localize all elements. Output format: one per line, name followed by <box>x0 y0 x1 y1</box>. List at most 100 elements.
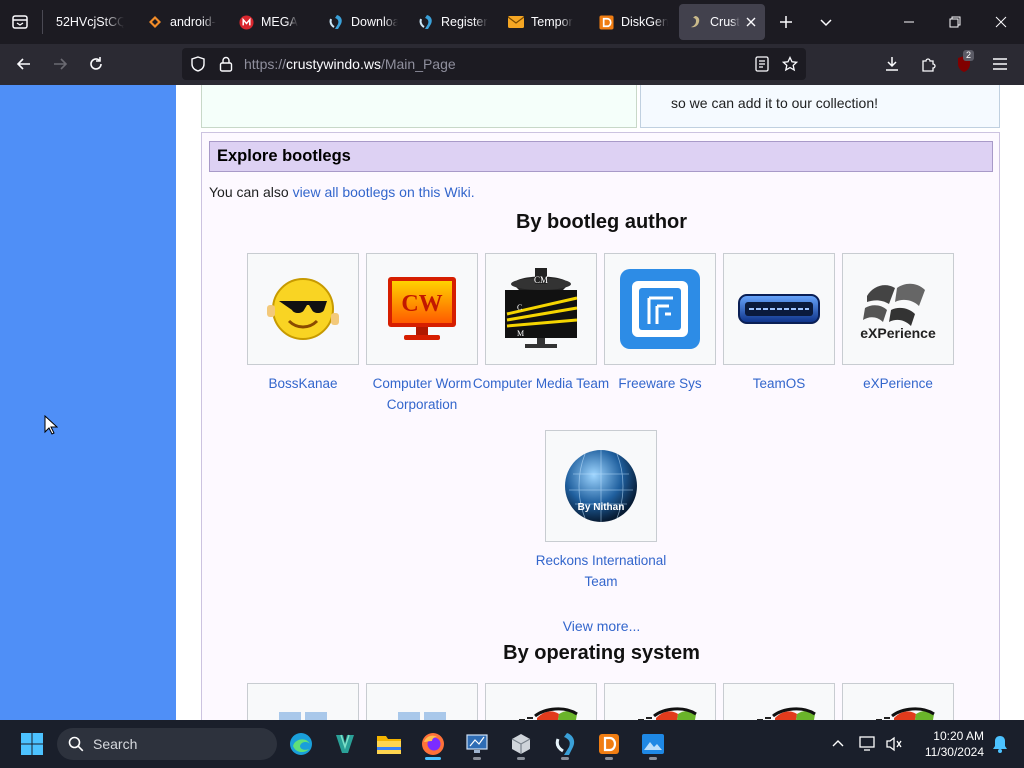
tab-manager-icon[interactable] <box>2 4 38 40</box>
reload-icon[interactable] <box>80 48 112 80</box>
cw-monitor-logo: CW <box>388 277 456 340</box>
tab-downloa[interactable]: Downloa <box>320 4 406 40</box>
notification-bell-icon[interactable] <box>984 728 1016 760</box>
forward-arrow-icon[interactable] <box>44 48 76 80</box>
volume-muted-icon[interactable] <box>878 728 910 760</box>
search-icon <box>68 736 84 752</box>
author-tile-computer-worm[interactable]: CW <box>366 253 478 365</box>
edge-browser-icon[interactable] <box>285 728 317 760</box>
bootleg-site-icon <box>328 14 344 30</box>
note-text: You can also <box>209 184 293 200</box>
extensions-puzzle-icon[interactable] <box>912 48 944 80</box>
windows-taskbar: Search 10:20 AM 11/30/2024 <box>0 720 1024 768</box>
tab-mega[interactable]: MEGA <box>230 4 316 40</box>
minimize-icon[interactable] <box>886 0 932 44</box>
diskgenius-app-icon[interactable] <box>593 728 625 760</box>
author-tile-reckons[interactable]: By Nithan <box>545 430 657 542</box>
tab-crusty-active[interactable]: Crust <box>679 4 765 40</box>
url-path: /Main_Page <box>380 56 456 72</box>
running-app-indicator <box>517 757 525 760</box>
virtualbox-icon[interactable] <box>505 728 537 760</box>
previous-section-box: so we can add it to our collection! <box>640 85 1000 128</box>
web-content: so we can add it to our collection! Expl… <box>0 85 1024 720</box>
freeware-sys-logo <box>620 269 700 349</box>
file-explorer-icon[interactable] <box>373 728 405 760</box>
author-tile-bosskanae[interactable] <box>247 253 359 365</box>
os-tile-6[interactable] <box>842 683 954 720</box>
address-bar[interactable]: https://crustywindo.ws/Main_Page <box>182 48 806 80</box>
bootleg-site-icon <box>418 14 434 30</box>
ublock-extension-icon[interactable]: 2 <box>948 48 980 80</box>
os-tile-3[interactable] <box>485 683 597 720</box>
vscode-like-app-icon[interactable] <box>329 728 361 760</box>
os-tile-2[interactable] <box>366 683 478 720</box>
tab-label: Register <box>441 15 488 29</box>
author-tile-freeware-sys[interactable] <box>604 253 716 365</box>
downloads-icon[interactable] <box>876 48 908 80</box>
os-tile-5[interactable] <box>723 683 835 720</box>
tab-strip: 52HVcjStCQ android- MEGA Downloa Registe… <box>0 0 1024 44</box>
page-sidebar <box>0 85 176 720</box>
photos-app-icon[interactable] <box>637 728 669 760</box>
bookmark-star-icon[interactable] <box>780 54 800 74</box>
show-hidden-icons-chevron-icon[interactable] <box>822 728 854 760</box>
view-more-link[interactable]: View more... <box>202 618 1001 634</box>
back-arrow-icon[interactable] <box>8 48 40 80</box>
experience-logo-text: eXPerience <box>860 325 936 341</box>
lock-icon[interactable] <box>216 54 236 74</box>
author-tile-teamos[interactable] <box>723 253 835 365</box>
author-caption[interactable]: eXPerience <box>828 373 968 394</box>
new-tab-icon[interactable] <box>768 4 804 40</box>
running-app-indicator <box>605 757 613 760</box>
url-scheme: https:// <box>244 56 287 72</box>
tab-diskgen[interactable]: DiskGen <box>590 4 676 40</box>
by-author-title: By bootleg author <box>515 211 688 233</box>
shield-icon[interactable] <box>188 54 208 74</box>
android-diamond-icon <box>147 14 163 30</box>
windows-flag-logo <box>398 712 446 720</box>
firefox-icon[interactable] <box>417 728 449 760</box>
hamburger-menu-icon[interactable] <box>984 48 1016 80</box>
mouse-cursor-icon <box>44 415 58 435</box>
tab-label: Tempor <box>531 15 573 29</box>
start-windows-icon[interactable] <box>16 728 48 760</box>
bootleg-site-app-icon[interactable] <box>549 728 581 760</box>
extension-badge: 2 <box>963 50 975 61</box>
mega-icon <box>238 14 254 30</box>
reader-view-icon[interactable] <box>752 54 772 74</box>
author-caption[interactable]: Reckons International Team <box>531 550 671 592</box>
os-tile-1[interactable] <box>247 683 359 720</box>
by-os-title: By operating system <box>503 642 700 664</box>
svg-text:C: C <box>517 303 522 312</box>
tab-52hvcjstcq[interactable]: 52HVcjStCQ <box>48 4 132 40</box>
tab-label: android- <box>170 15 216 29</box>
close-tab-icon[interactable] <box>743 14 759 30</box>
svg-text:CW: CW <box>401 291 442 317</box>
system-clock[interactable]: 10:20 AM 11/30/2024 <box>914 728 984 760</box>
windows-xp-flag-logo <box>757 707 816 720</box>
tab-tempor[interactable]: Tempor <box>500 4 586 40</box>
view-all-bootlegs-link[interactable]: view all bootlegs on this Wiki. <box>293 184 475 200</box>
tab-register[interactable]: Register <box>410 4 496 40</box>
tab-divider <box>42 10 43 34</box>
tab-label: Crust <box>710 15 740 29</box>
teamos-logo <box>738 294 820 324</box>
clock-time: 10:20 AM <box>933 729 984 743</box>
previous-section-box <box>201 85 637 128</box>
url-host: crustywindo.ws <box>286 56 381 72</box>
os-tile-4[interactable] <box>604 683 716 720</box>
experience-logo: eXPerience <box>860 283 936 341</box>
author-tile-computer-media-team[interactable]: CM C M <box>485 253 597 365</box>
list-all-tabs-chevron-icon[interactable] <box>808 4 844 40</box>
taskbar-search-box[interactable]: Search <box>57 728 277 760</box>
mail-icon <box>508 14 524 30</box>
close-window-icon[interactable] <box>978 0 1024 44</box>
tab-android[interactable]: android- <box>139 4 225 40</box>
remote-desktop-icon[interactable] <box>461 728 493 760</box>
author-tile-experience[interactable]: eXPerience <box>842 253 954 365</box>
tab-label: MEGA <box>261 15 298 29</box>
restore-icon[interactable] <box>932 0 978 44</box>
running-app-indicator <box>561 757 569 760</box>
windows-xp-flag-logo <box>519 707 578 720</box>
url-text[interactable]: https://crustywindo.ws/Main_Page <box>244 56 456 72</box>
